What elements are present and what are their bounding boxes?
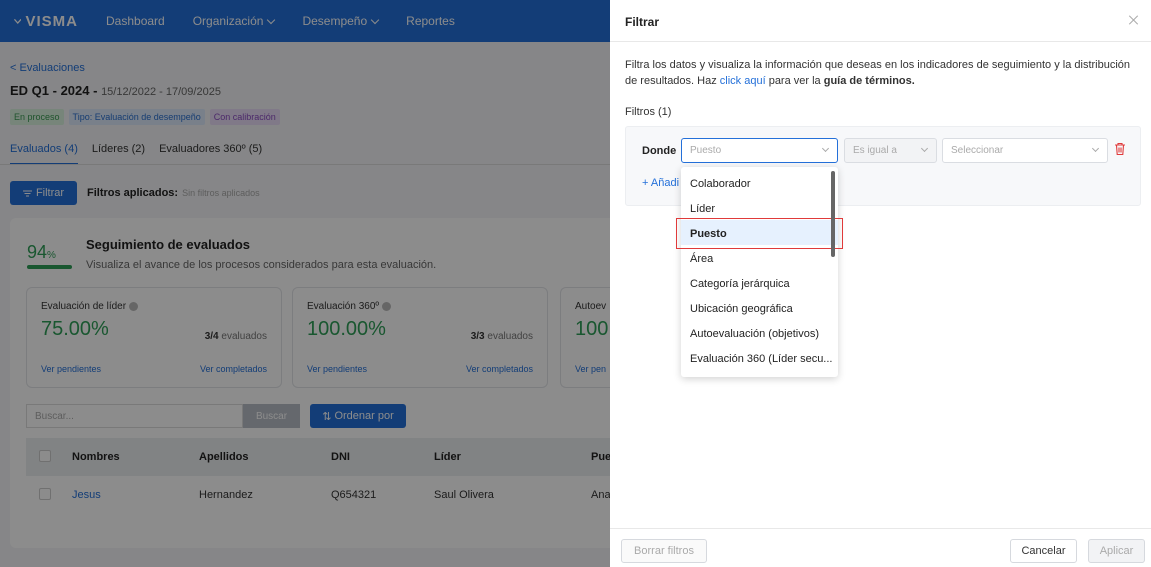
dropdown-option-categoria[interactable]: Categoría jerárquica: [681, 270, 838, 295]
dropdown-scrollbar[interactable]: [831, 171, 835, 257]
field-select[interactable]: Puesto: [681, 138, 838, 163]
chevron-down-icon: [821, 144, 830, 153]
filters-count-label: Filtros (1): [625, 106, 672, 118]
dropdown-option-autoevaluacion[interactable]: Autoevaluación (objetivos): [681, 320, 838, 345]
drawer-title: Filtrar: [625, 15, 660, 29]
chevron-down-icon: [1091, 144, 1100, 153]
field-dropdown-menu: Colaborador Líder Puesto Área Categoría …: [676, 167, 843, 377]
operator-select[interactable]: Es igual a: [844, 138, 937, 163]
dropdown-option-lider[interactable]: Líder: [681, 195, 838, 220]
chevron-down-icon: [920, 144, 929, 153]
add-filter-button[interactable]: + Añadi: [642, 177, 679, 189]
drawer-description: Filtra los datos y visualiza la informac…: [625, 59, 1131, 87]
dropdown-option-area[interactable]: Área: [681, 245, 838, 270]
dropdown-option-evaluacion-360[interactable]: Evaluación 360 (Líder secu...: [681, 345, 838, 370]
dropdown-option-puesto[interactable]: Puesto: [676, 218, 843, 249]
clear-filters-button[interactable]: Borrar filtros: [621, 539, 707, 563]
cancel-button[interactable]: Cancelar: [1010, 539, 1077, 563]
dropdown-option-colaborador[interactable]: Colaborador: [681, 170, 838, 195]
close-icon[interactable]: [1129, 15, 1139, 25]
trash-icon[interactable]: [1114, 142, 1126, 156]
modal-overlay[interactable]: [0, 0, 610, 567]
apply-button[interactable]: Aplicar: [1088, 539, 1145, 563]
dropdown-option-ubicacion[interactable]: Ubicación geográfica: [681, 295, 838, 320]
drawer-header: Filtrar: [610, 0, 1151, 42]
terms-guide-link[interactable]: click aquí: [720, 75, 766, 87]
filter-drawer: Filtrar Filtra los datos y visualiza la …: [610, 0, 1151, 567]
drawer-footer: Borrar filtros Cancelar Aplicar: [610, 528, 1151, 567]
where-label: Donde: [642, 145, 677, 157]
value-select[interactable]: Seleccionar: [942, 138, 1108, 163]
